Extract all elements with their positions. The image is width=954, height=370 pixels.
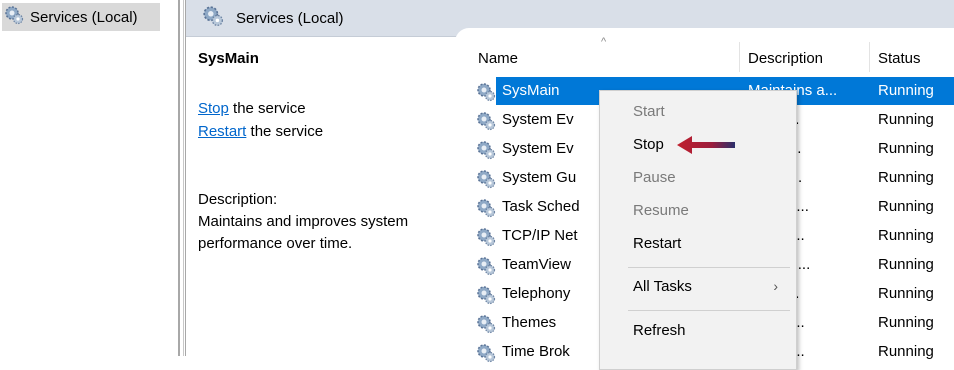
- service-name-heading: SysMain: [198, 50, 259, 67]
- column-separator[interactable]: [869, 42, 870, 72]
- service-name: Telephony: [502, 285, 571, 302]
- service-name: SysMain: [502, 82, 560, 99]
- column-header-name[interactable]: Name: [478, 50, 518, 67]
- stop-link[interactable]: Stop: [198, 100, 229, 117]
- service-gear-icon: [476, 111, 496, 135]
- service-gear-icon: [476, 169, 496, 193]
- pane-border: [185, 0, 186, 356]
- menu-separator: [628, 310, 790, 311]
- column-header-status[interactable]: Status: [878, 50, 921, 67]
- service-name: Themes: [502, 314, 557, 331]
- chevron-right-icon: ›: [773, 278, 778, 294]
- description-text: performance over time.: [198, 235, 353, 252]
- service-status: Running: [878, 256, 934, 273]
- stop-service-line: Stop the service: [198, 100, 306, 117]
- context-menu: Start Stop Pause Resume Restart All Task…: [599, 90, 797, 370]
- service-status: Running: [878, 227, 934, 244]
- pane-title: Services (Local): [236, 9, 344, 27]
- menu-separator: [628, 267, 790, 268]
- menu-item-pause: Pause: [633, 169, 676, 186]
- service-status: Running: [878, 111, 934, 128]
- tree-item-label: Services (Local): [30, 8, 138, 26]
- menu-item-resume: Resume: [633, 202, 689, 219]
- console-tree: Services (Local): [0, 0, 178, 356]
- service-status: Running: [878, 169, 934, 186]
- stop-suffix: the service: [228, 100, 306, 117]
- service-status: Running: [878, 343, 934, 360]
- service-gear-icon: [476, 198, 496, 222]
- service-status: Running: [878, 285, 934, 302]
- restart-suffix: the service: [246, 123, 324, 140]
- menu-item-all-tasks[interactable]: All Tasks: [633, 278, 692, 295]
- service-name: System Ev: [502, 111, 574, 128]
- service-status: Running: [878, 82, 934, 99]
- pane-border: [183, 0, 184, 356]
- menu-item-stop[interactable]: Stop: [633, 136, 664, 153]
- restart-service-line: Restart the service: [198, 123, 323, 140]
- description-label: Description:: [198, 191, 278, 208]
- service-name: TCP/IP Net: [502, 227, 578, 244]
- gear-icon: [202, 5, 224, 31]
- service-name: TeamView: [502, 256, 571, 273]
- service-gear-icon: [476, 314, 496, 338]
- service-gear-icon: [476, 285, 496, 309]
- menu-item-start: Start: [633, 103, 665, 120]
- column-header-description[interactable]: Description: [748, 50, 823, 67]
- column-separator[interactable]: [739, 42, 740, 72]
- menu-item-restart[interactable]: Restart: [633, 235, 681, 252]
- menu-item-refresh[interactable]: Refresh: [633, 322, 686, 339]
- red-arrow-icon: [675, 134, 737, 160]
- pane-splitter[interactable]: [178, 0, 180, 356]
- service-gear-icon: [476, 227, 496, 251]
- service-status: Running: [878, 140, 934, 157]
- restart-link[interactable]: Restart: [198, 123, 246, 140]
- service-name: System Gu: [502, 169, 577, 186]
- description-text: Maintains and improves system: [198, 213, 409, 230]
- gear-icon: [4, 5, 24, 29]
- service-gear-icon: [476, 140, 496, 164]
- service-name: Task Sched: [502, 198, 580, 215]
- sort-caret-icon: ^: [601, 36, 607, 48]
- service-name: Time Brok: [502, 343, 570, 360]
- service-status: Running: [878, 198, 934, 215]
- service-gear-icon: [476, 343, 496, 367]
- service-status: Running: [878, 314, 934, 331]
- service-gear-icon: [476, 82, 496, 106]
- service-gear-icon: [476, 256, 496, 280]
- tree-item-services-local[interactable]: Services (Local): [2, 3, 160, 31]
- service-name: System Ev: [502, 140, 574, 157]
